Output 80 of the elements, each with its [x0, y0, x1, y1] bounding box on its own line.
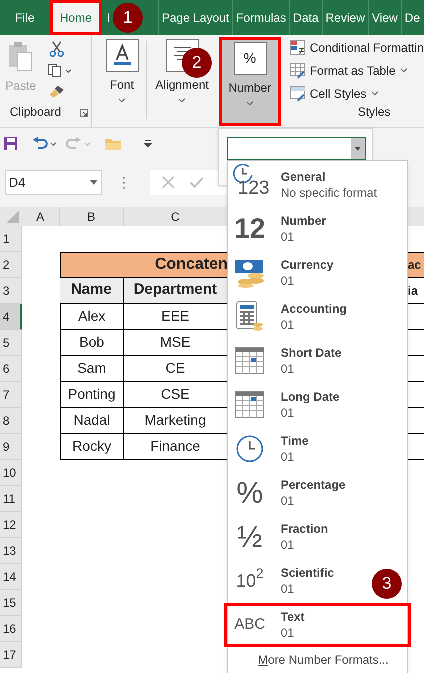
ribbon-tab[interactable]: Home	[50, 0, 102, 35]
caret-icon	[400, 68, 408, 74]
table-title: Concaten	[60, 252, 228, 278]
row-header[interactable]: 4	[0, 304, 22, 330]
table-cell: Sam	[60, 356, 124, 382]
scissors-icon	[49, 41, 65, 57]
close-icon	[162, 176, 175, 189]
drag-handle-icon	[122, 176, 126, 190]
calendar-icon	[235, 347, 265, 375]
row-header[interactable]: 3	[0, 278, 22, 304]
exponent-icon: 10$^{2}$	[228, 561, 272, 601]
column-header[interactable]: A	[22, 207, 60, 226]
table-title: ac	[408, 252, 424, 278]
check-icon	[190, 176, 204, 188]
table-cell: Ponting	[60, 382, 124, 408]
table-cell: Alex	[60, 304, 124, 330]
ribbon-tab[interactable]: I	[102, 0, 112, 35]
row-header[interactable]: 17	[0, 642, 22, 668]
column-header[interactable]: B	[60, 207, 124, 226]
name-box[interactable]: D4	[5, 170, 102, 195]
folder-icon	[104, 137, 122, 151]
styles-menu-button[interactable]: Format as Table	[290, 62, 408, 80]
format-painter-icon	[49, 85, 65, 99]
dialog-launcher-icon	[80, 109, 89, 118]
row-header[interactable]: 6	[0, 356, 22, 382]
clock-icon	[236, 435, 264, 463]
table-cell: Rocky	[60, 434, 124, 460]
cell-styles-icon	[290, 86, 306, 102]
table-icon	[290, 63, 306, 79]
row-header[interactable]: 9	[0, 434, 22, 460]
column-heading: Department	[124, 278, 228, 304]
table-cell: Nadal	[60, 408, 124, 434]
row-header[interactable]: 15	[0, 590, 22, 616]
group-label: Clipboard	[10, 104, 62, 121]
format-option[interactable]: ABC Text 01	[224, 603, 411, 647]
caret-icon	[118, 98, 126, 104]
row-header[interactable]: 1	[0, 226, 22, 252]
save-icon	[4, 137, 18, 151]
column-heading: Name	[60, 278, 124, 304]
row-header[interactable]: 2	[0, 252, 22, 278]
calculator-icon	[235, 301, 265, 333]
calendar-icon	[235, 391, 265, 419]
row-header[interactable]: 7	[0, 382, 22, 408]
percent-icon: %	[234, 42, 267, 75]
customize-icon	[144, 140, 152, 148]
row-header[interactable]: 5	[0, 330, 22, 356]
text-format-icon: ABC	[228, 605, 272, 645]
styles-menu-button[interactable]: Conditional Formattin	[290, 39, 424, 57]
money-icon	[234, 258, 266, 288]
styles-menu-button[interactable]: Cell Styles	[290, 85, 379, 103]
row-header[interactable]: 12	[0, 512, 22, 538]
font-button[interactable]: Font	[100, 35, 144, 115]
row-header[interactable]: 10	[0, 460, 22, 486]
table-cell: Bob	[60, 330, 124, 356]
row-header[interactable]: 14	[0, 564, 22, 590]
row-header[interactable]: 16	[0, 616, 22, 642]
fraction-icon: ½	[228, 517, 272, 557]
select-all-icon	[0, 207, 22, 226]
conditional-formatting-icon	[290, 40, 306, 56]
font-color-icon	[106, 39, 139, 72]
caret-icon	[178, 98, 186, 104]
clock-number-icon: 123	[228, 165, 272, 205]
number-icon: 12	[228, 209, 272, 249]
dropdown-icon	[90, 180, 98, 185]
ribbon-tab[interactable]: File	[0, 0, 50, 35]
column-header[interactable]: C	[124, 207, 228, 226]
row-header[interactable]: 13	[0, 538, 22, 564]
caret-icon	[246, 101, 254, 107]
undo-icon	[32, 137, 58, 151]
row-header[interactable]: 11	[0, 486, 22, 512]
number-format-field[interactable]	[227, 137, 366, 160]
more-formats-link[interactable]: More Number Formats...	[258, 651, 389, 669]
percent-icon: %	[228, 473, 272, 513]
group-label: Styles	[358, 104, 391, 121]
format-option[interactable]: % Percentage 01	[224, 471, 411, 515]
format-option[interactable]: ½ Fraction 01	[224, 515, 411, 559]
caret-icon	[370, 91, 379, 97]
copy-icon	[48, 64, 72, 78]
row-header[interactable]: 8	[0, 408, 22, 434]
number-button[interactable]: % Number	[219, 37, 281, 126]
